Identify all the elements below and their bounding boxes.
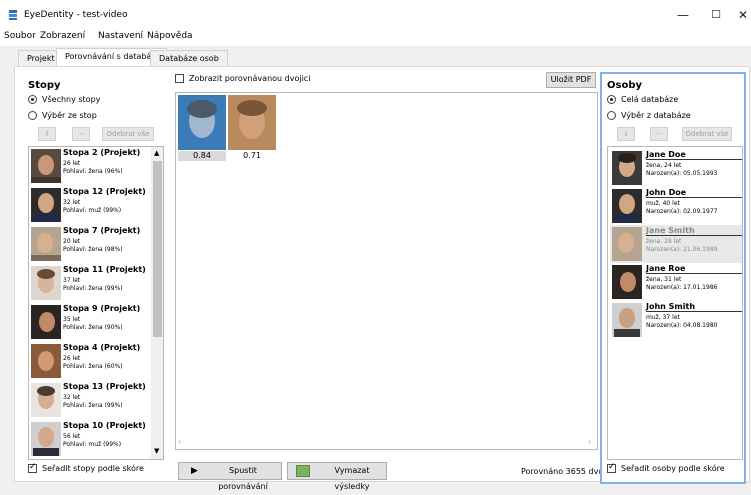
face-thumbnail <box>31 344 61 378</box>
close-button[interactable]: ✕ <box>728 6 751 24</box>
checkbox-indicator <box>607 462 616 473</box>
match-card[interactable]: 0.71 <box>228 95 276 161</box>
radio-indicator <box>28 95 37 104</box>
menu-help[interactable]: Nápověda <box>147 31 193 41</box>
menu-settings[interactable]: Nastavení <box>98 31 143 41</box>
clear-results-button[interactable]: Vymazat výsledky <box>287 462 387 491</box>
tracks-title: Stopy <box>28 80 61 91</box>
radio-select-db[interactable]: Výběr z databáze <box>607 111 691 120</box>
clear-icon <box>296 465 310 477</box>
list-item[interactable]: Stopa 2 (Projekt) 26 let Pohlaví: žena (… <box>29 147 157 185</box>
tracks-list[interactable]: Stopa 2 (Projekt) 26 let Pohlaví: žena (… <box>28 146 164 460</box>
match-face-image <box>178 95 226 150</box>
checkbox-indicator <box>175 74 184 83</box>
scroll-thumb[interactable] <box>153 161 162 337</box>
face-thumbnail <box>612 189 642 223</box>
list-item[interactable]: Stopa 7 (Projekt) 20 let Pohlaví: žena (… <box>29 225 157 263</box>
menu-file[interactable]: Soubor <box>4 31 36 41</box>
tracks-scrollbar[interactable]: ▲ ▼ <box>151 147 163 459</box>
persons-remove-all-button[interactable]: Odebrat vše <box>682 127 732 141</box>
play-icon: ▶ <box>191 466 198 476</box>
start-compare-button[interactable]: ▶ Spustit porovnávání <box>178 462 282 491</box>
face-thumbnail <box>31 266 61 300</box>
face-thumbnail <box>31 188 61 222</box>
checkbox-indicator <box>28 462 37 473</box>
sort-persons-checkbox[interactable]: Seřadit osoby podle skóre <box>607 462 725 473</box>
list-item[interactable]: Jane Smith žena, 28 let Narozen(a): 21.0… <box>610 225 742 263</box>
persons-down-button[interactable]: ⇩ <box>617 127 635 141</box>
matches-area: 0.84 0.71 ‹ › <box>175 92 598 450</box>
persons-list[interactable]: Jane Doe žena, 24 let Narozen(a): 05.05.… <box>607 146 743 460</box>
radio-all-tracks[interactable]: Všechny stopy <box>28 95 100 104</box>
radio-indicator <box>607 95 616 104</box>
face-thumbnail <box>612 303 642 337</box>
face-thumbnail <box>31 383 61 417</box>
face-thumbnail <box>31 422 61 456</box>
list-item[interactable]: Stopa 4 (Projekt) 26 let Pohlaví: žena (… <box>29 342 157 380</box>
window-title: EyeDentity - test-video <box>24 10 128 20</box>
tracks-more-button[interactable]: ··· <box>72 127 90 141</box>
app-icon <box>9 10 17 20</box>
show-pair-checkbox[interactable]: Zobrazit porovnávanou dvojici <box>175 74 310 83</box>
persons-more-button[interactable]: ··· <box>650 127 668 141</box>
tab-bar: Projekt Porovnávání s databází Databáze … <box>0 48 751 66</box>
menu-view[interactable]: Zobrazení <box>40 31 85 41</box>
list-item[interactable]: John Doe muž, 40 let Narozen(a): 02.09.1… <box>610 187 742 225</box>
scroll-up-icon[interactable]: ▲ <box>154 149 159 157</box>
face-thumbnail <box>612 227 642 261</box>
list-item[interactable]: Stopa 10 (Projekt) 56 let Pohlaví: muž (… <box>29 420 157 458</box>
title-bar: EyeDentity - test-video — ☐ ✕ <box>0 0 751 28</box>
menu-bar: Soubor Zobrazení Nastavení Nápověda <box>0 28 751 46</box>
horizontal-scrollbar[interactable]: ‹ › <box>176 437 597 449</box>
tracks-down-button[interactable]: ⇩ <box>38 127 56 141</box>
radio-indicator <box>607 111 616 120</box>
list-item[interactable]: Stopa 12 (Projekt) 32 let Pohlaví: muž (… <box>29 186 157 224</box>
match-score: 0.84 <box>178 151 226 161</box>
list-item[interactable]: Jane Roe žena, 31 let Narozen(a): 17.01.… <box>610 263 742 301</box>
face-thumbnail <box>31 227 61 261</box>
status-text: Porovnáno 3655 dvojic <box>521 467 613 476</box>
scroll-right-icon[interactable]: › <box>588 437 591 446</box>
tracks-remove-all-button[interactable]: Odebrat vše <box>102 127 154 141</box>
tab-person-db[interactable]: Databáze osob <box>150 50 228 66</box>
match-card[interactable]: 0.84 <box>178 95 226 161</box>
face-thumbnail <box>31 149 61 183</box>
face-thumbnail <box>612 265 642 299</box>
match-score: 0.71 <box>243 151 261 160</box>
maximize-button[interactable]: ☐ <box>701 6 731 24</box>
list-item[interactable]: Stopa 13 (Projekt) 32 let Pohlaví: žena … <box>29 381 157 419</box>
face-thumbnail <box>31 305 61 339</box>
scroll-down-icon[interactable]: ▼ <box>154 447 159 455</box>
persons-title: Osoby <box>607 80 642 91</box>
minimize-button[interactable]: — <box>668 6 698 24</box>
list-item[interactable]: Jane Doe žena, 24 let Narozen(a): 05.05.… <box>610 149 742 187</box>
app-window: EyeDentity - test-video — ☐ ✕ Soubor Zob… <box>0 0 751 494</box>
face-thumbnail <box>612 151 642 185</box>
radio-indicator <box>28 111 37 120</box>
list-item[interactable]: John Smith muž, 37 let Narozen(a): 04.08… <box>610 301 742 339</box>
radio-select-tracks[interactable]: Výběr ze stop <box>28 111 97 120</box>
sort-tracks-checkbox[interactable]: Seřadit stopy podle skóre <box>28 462 144 473</box>
save-pdf-button[interactable]: Uložit PDF <box>546 72 596 88</box>
match-face-image <box>228 95 276 150</box>
scroll-left-icon[interactable]: ‹ <box>178 437 181 446</box>
list-item[interactable]: Stopa 9 (Projekt) 35 let Pohlaví: žena (… <box>29 303 157 341</box>
radio-whole-db[interactable]: Celá databáze <box>607 95 678 104</box>
list-item[interactable]: Stopa 11 (Projekt) 37 let Pohlaví: žena … <box>29 264 157 302</box>
